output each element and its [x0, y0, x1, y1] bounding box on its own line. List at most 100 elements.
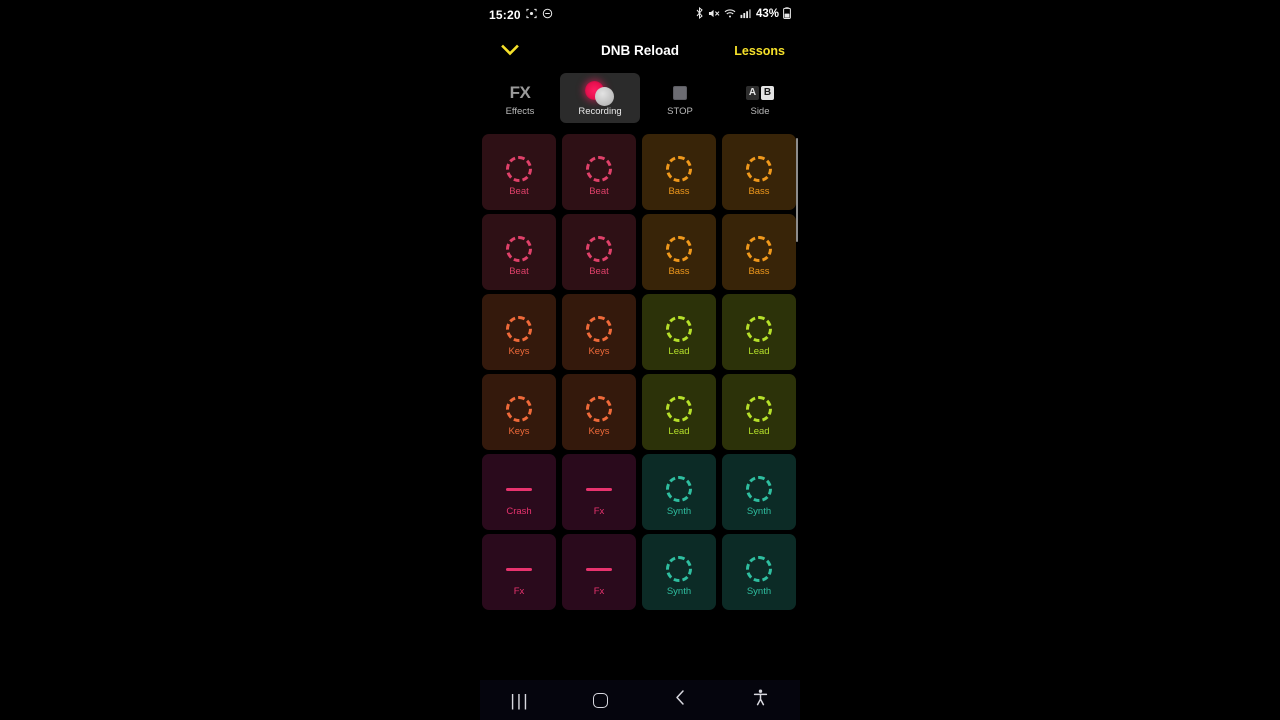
pad-cell[interactable]: Beat [482, 214, 556, 290]
status-bar-left: 15:20 [489, 6, 553, 24]
side-b-glyph: B [761, 85, 774, 100]
pad-cell[interactable]: Synth [642, 534, 716, 610]
pad-label: Fx [593, 585, 605, 597]
pad-cell[interactable]: Bass [722, 134, 796, 210]
pad-grid: Beat Beat Bass Bass Beat Beat Bass Bass Keys Keys… [482, 134, 798, 610]
back-button[interactable] [640, 680, 720, 720]
accessibility-button[interactable] [720, 680, 800, 720]
pad-cell[interactable]: Crash [482, 454, 556, 530]
pad-cell[interactable]: Keys [562, 374, 636, 450]
screenshot-capture-icon [526, 6, 537, 24]
dash-bar-icon [584, 554, 614, 584]
battery-icon [783, 6, 791, 24]
pad-cell[interactable]: Synth [722, 454, 796, 530]
pad-cell[interactable]: Bass [642, 134, 716, 210]
back-icon [674, 689, 686, 711]
dashed-circle-icon [664, 234, 694, 264]
pad-cell[interactable]: Beat [562, 214, 636, 290]
pad-label: Beat [589, 185, 609, 197]
dashed-circle-icon [744, 394, 774, 424]
bluetooth-icon [695, 6, 704, 24]
pad-label: Beat [509, 265, 529, 277]
pad-cell[interactable]: Bass [722, 214, 796, 290]
dashed-circle-icon-shape [666, 316, 692, 342]
pad-label: Lead [668, 345, 690, 357]
dashed-circle-icon [584, 234, 614, 264]
dashed-circle-icon-shape [746, 396, 772, 422]
status-time: 15:20 [489, 8, 521, 22]
effects-button[interactable]: FX Effects [480, 73, 560, 123]
pad-grid-container: Beat Beat Bass Bass Beat Beat Bass Bass Keys Keys… [480, 134, 800, 610]
pad-cell[interactable]: Bass [642, 214, 716, 290]
dashed-circle-icon-shape [586, 156, 612, 182]
pad-cell[interactable]: Fx [562, 534, 636, 610]
volume-mute-icon [708, 6, 720, 24]
phone-viewport: 15:20 43% DNB Reload Lessons FX Effects … [480, 0, 800, 720]
status-bar-right: 43% [695, 6, 791, 24]
pad-cell[interactable]: Beat [562, 134, 636, 210]
dashed-circle-icon-shape [746, 476, 772, 502]
dashed-circle-icon [504, 234, 534, 264]
stop-label: STOP [667, 105, 693, 117]
pad-label: Keys [588, 345, 610, 357]
pad-cell[interactable]: Fx [482, 534, 556, 610]
pad-cell[interactable]: Lead [642, 374, 716, 450]
accessibility-icon [753, 689, 768, 711]
pad-cell[interactable]: Synth [642, 454, 716, 530]
side-label: Side [750, 105, 770, 117]
dash-bar-icon-shape [586, 487, 612, 491]
home-icon [592, 692, 608, 708]
pad-cell[interactable]: Lead [722, 294, 796, 370]
stop-button[interactable]: STOP [640, 73, 720, 123]
dashed-circle-icon [744, 474, 774, 504]
pad-cell[interactable]: Keys [562, 294, 636, 370]
pad-label: Keys [588, 425, 610, 437]
cellular-signal-icon [740, 6, 752, 24]
pad-cell[interactable]: Lead [642, 294, 716, 370]
dashed-circle-icon [664, 394, 694, 424]
screen: 15:20 43% DNB Reload Lessons FX Effects … [0, 0, 1280, 720]
recents-button[interactable]: ||| [480, 680, 560, 720]
dash-bar-icon [504, 554, 534, 584]
dashed-circle-icon-shape [586, 236, 612, 262]
dashed-circle-icon [664, 154, 694, 184]
dashed-circle-icon [744, 314, 774, 344]
dashed-circle-icon [744, 154, 774, 184]
side-button[interactable]: A B Side [720, 73, 800, 123]
dashed-circle-icon-shape [666, 556, 692, 582]
grid-scrollbar[interactable] [796, 138, 798, 242]
pad-cell[interactable]: Fx [562, 454, 636, 530]
pad-cell[interactable]: Lead [722, 374, 796, 450]
home-button[interactable] [560, 680, 640, 720]
pad-cell[interactable]: Keys [482, 294, 556, 370]
pad-cell[interactable]: Synth [722, 534, 796, 610]
status-bar: 15:20 43% [480, 0, 800, 30]
recording-label: Recording [578, 105, 622, 117]
pad-cell[interactable]: Keys [482, 374, 556, 450]
battery-percent-label: 43% [755, 8, 779, 21]
side-ab-icon: A B [746, 80, 774, 106]
dashed-circle-icon-shape [506, 156, 532, 182]
dashed-circle-icon-shape [666, 236, 692, 262]
pad-label: Lead [748, 425, 770, 437]
lessons-button[interactable]: Lessons [734, 44, 785, 58]
pad-label: Synth [666, 585, 692, 597]
dashed-circle-icon [504, 394, 534, 424]
side-a-glyph: A [746, 85, 759, 100]
pad-label: Fx [593, 505, 605, 517]
dashed-circle-icon-shape [746, 316, 772, 342]
dashed-circle-icon [584, 154, 614, 184]
dashed-circle-icon-shape [666, 476, 692, 502]
dashed-circle-icon-shape [666, 156, 692, 182]
pad-label: Bass [668, 185, 690, 197]
recording-button[interactable]: Recording [560, 73, 640, 123]
dashed-circle-icon [744, 554, 774, 584]
pad-cell[interactable]: Beat [482, 134, 556, 210]
pad-label: Lead [748, 345, 770, 357]
dash-bar-icon [504, 474, 534, 504]
dashed-circle-icon-shape [586, 316, 612, 342]
dashed-circle-icon-shape [746, 556, 772, 582]
stop-icon [673, 80, 687, 106]
pad-label: Bass [748, 265, 770, 277]
do-not-disturb-icon [542, 6, 553, 24]
